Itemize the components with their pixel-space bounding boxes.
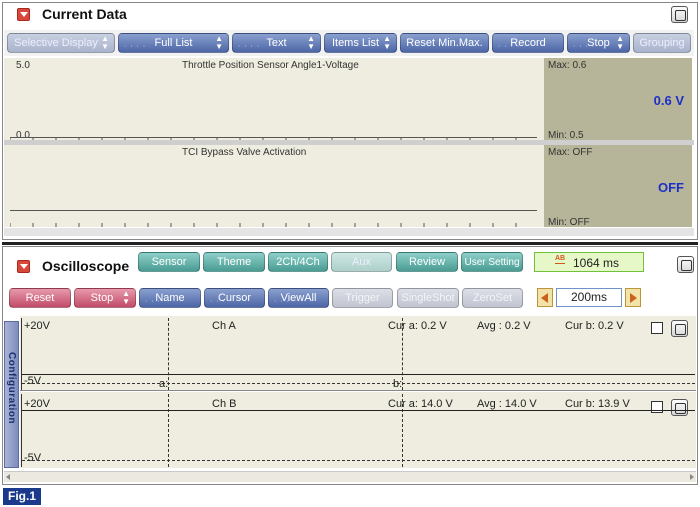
reset-minmax-button[interactable]: Reset Min.Max. bbox=[400, 33, 489, 53]
channel-a-top-scale: +20V bbox=[24, 320, 50, 332]
channel-a-zero-line bbox=[22, 383, 695, 384]
current-value: 0.6 V bbox=[653, 93, 684, 108]
max-value-label: Max: OFF bbox=[548, 147, 593, 158]
item-name: TCI Bypass Valve Activation bbox=[182, 147, 307, 158]
item-name: Throttle Position Sensor Angle1-Voltage bbox=[182, 60, 359, 71]
configuration-tab-label: Configuration bbox=[6, 352, 17, 425]
spinner-icon: ▲ ▼ bbox=[383, 34, 391, 51]
channel-b-waveform bbox=[22, 410, 695, 411]
stop-label: Stop bbox=[90, 292, 114, 304]
configuration-tab[interactable]: Configuration bbox=[4, 321, 19, 468]
dots-icon: · · · · bbox=[573, 43, 596, 50]
full-list-label: Full List bbox=[154, 37, 193, 49]
time-div-value: 200ms bbox=[556, 288, 622, 307]
trigger-button[interactable]: Trigger bbox=[332, 288, 393, 308]
oscilloscope-maximize-icon[interactable] bbox=[677, 256, 694, 273]
min-value-label: Min: OFF bbox=[548, 217, 590, 228]
channel-a-expand-icon[interactable] bbox=[671, 320, 688, 337]
arrow-right-icon bbox=[630, 293, 637, 303]
channel-b-expand-icon[interactable] bbox=[671, 399, 688, 416]
items-list-label: Items List bbox=[331, 37, 380, 49]
time-readout: AB 1064 ms bbox=[534, 252, 644, 272]
ch-mode-button[interactable]: 2Ch/4Ch bbox=[268, 252, 328, 272]
channel-a-avg: Avg : 0.2 V bbox=[477, 320, 531, 332]
grouping-button[interactable]: Grouping bbox=[633, 33, 691, 53]
oscilloscope-collapse-icon[interactable] bbox=[17, 260, 30, 273]
dots-icon: · · · · bbox=[124, 43, 147, 50]
selective-display-button[interactable]: Selective Display ▲ ▼ bbox=[7, 33, 115, 53]
time-readout-value: 1064 ms bbox=[573, 256, 620, 270]
stop-button[interactable]: Stop ▲ ▼ bbox=[74, 288, 136, 308]
spinner-icon: ▲ ▼ bbox=[307, 34, 315, 51]
aux-button[interactable]: Aux bbox=[331, 252, 392, 272]
figure-label: Fig.1 bbox=[3, 488, 41, 505]
cursor-b-label: b: bbox=[393, 378, 403, 390]
current-data-title: Current Data bbox=[42, 6, 127, 22]
ab-cursor-icon: AB bbox=[555, 255, 566, 264]
scroll-track[interactable] bbox=[4, 228, 694, 236]
horizontal-scrollbar[interactable] bbox=[4, 471, 696, 482]
spinner-icon: ▲ ▼ bbox=[215, 34, 223, 51]
arrow-left-icon bbox=[541, 293, 548, 303]
time-div-prev-button[interactable] bbox=[537, 288, 553, 307]
channel-a-waveform bbox=[22, 374, 695, 375]
full-list-button[interactable]: · · · · Full List ▲ ▼ bbox=[118, 33, 229, 53]
dots-icon: · · · bbox=[274, 298, 290, 305]
channel-a-left-axis bbox=[21, 318, 22, 390]
max-value-label: Max: 0.6 bbox=[548, 60, 587, 71]
record-button[interactable]: · · · · Record bbox=[492, 33, 564, 53]
channel-b-cur-b: Cur b: 13.9 V bbox=[565, 398, 630, 410]
scroll-left-icon[interactable] bbox=[6, 474, 10, 480]
channel-b-top-scale: +20V bbox=[24, 398, 50, 410]
text-label: Text bbox=[266, 37, 287, 49]
dots-icon: · · · · bbox=[238, 43, 261, 50]
channel-b-left-axis bbox=[21, 394, 22, 467]
stop-record-button[interactable]: · · · · Stop ▲ ▼ bbox=[567, 33, 630, 53]
graph-baseline bbox=[10, 210, 537, 211]
scroll-right-icon[interactable] bbox=[690, 474, 694, 480]
reset-button[interactable]: Reset bbox=[9, 288, 71, 308]
channel-a-checkbox[interactable] bbox=[651, 322, 663, 334]
channel-a-cur-a: Cur a: 0.2 V bbox=[388, 320, 447, 332]
cursor-a-line[interactable] bbox=[168, 394, 169, 467]
user-setting-button[interactable]: User Setting bbox=[461, 252, 523, 272]
graph-ticks bbox=[10, 223, 517, 227]
channel-b-checkbox[interactable] bbox=[651, 401, 663, 413]
spinner-icon: ▲ ▼ bbox=[616, 34, 624, 51]
review-button[interactable]: Review bbox=[396, 252, 458, 272]
dots-icon: · · · · bbox=[498, 43, 521, 50]
view-all-button[interactable]: · · · ViewAll bbox=[268, 288, 329, 308]
time-div-next-button[interactable] bbox=[625, 288, 641, 307]
channel-b-cur-a: Cur a: 14.0 V bbox=[388, 398, 453, 410]
items-list-button[interactable]: Items List ▲ ▼ bbox=[324, 33, 397, 53]
channel-b-avg: Avg : 14.0 V bbox=[477, 398, 537, 410]
name-button[interactable]: · · · Name bbox=[139, 288, 201, 308]
dots-icon: · · · bbox=[145, 298, 161, 305]
spinner-icon: ▲ ▼ bbox=[101, 34, 109, 51]
theme-button[interactable]: Theme bbox=[203, 252, 265, 272]
channel-a-bottom-scale: -5V bbox=[24, 375, 42, 387]
current-data-maximize-icon[interactable] bbox=[671, 6, 688, 23]
zero-set-button[interactable]: ZeroSet bbox=[462, 288, 523, 308]
current-data-collapse-icon[interactable] bbox=[17, 8, 30, 21]
channel-a-name: Ch A bbox=[212, 320, 236, 332]
panel-divider[interactable] bbox=[2, 242, 698, 245]
cursor-b-line[interactable] bbox=[402, 394, 403, 467]
cursor-button[interactable]: · · · Cursor bbox=[204, 288, 265, 308]
cursor-a-label: a: bbox=[159, 378, 169, 390]
dots-icon: · · · bbox=[210, 298, 226, 305]
scale-max-label: 5.0 bbox=[16, 60, 30, 71]
channel-b-name: Ch B bbox=[212, 398, 237, 410]
oscilloscope-title: Oscilloscope bbox=[42, 258, 130, 274]
channel-b-zero-line bbox=[22, 460, 695, 461]
channel-a-cur-b: Cur b: 0.2 V bbox=[565, 320, 624, 332]
channel-b-bottom-scale: -5V bbox=[24, 452, 42, 464]
current-value: OFF bbox=[658, 180, 684, 195]
single-shot-button[interactable]: SingleShot bbox=[397, 288, 459, 308]
text-button[interactable]: · · · · Text ▲ ▼ bbox=[232, 33, 321, 53]
sensor-button[interactable]: Sensor bbox=[138, 252, 200, 272]
spinner-icon: ▲ ▼ bbox=[122, 289, 130, 306]
selective-display-label: Selective Display bbox=[14, 37, 98, 49]
